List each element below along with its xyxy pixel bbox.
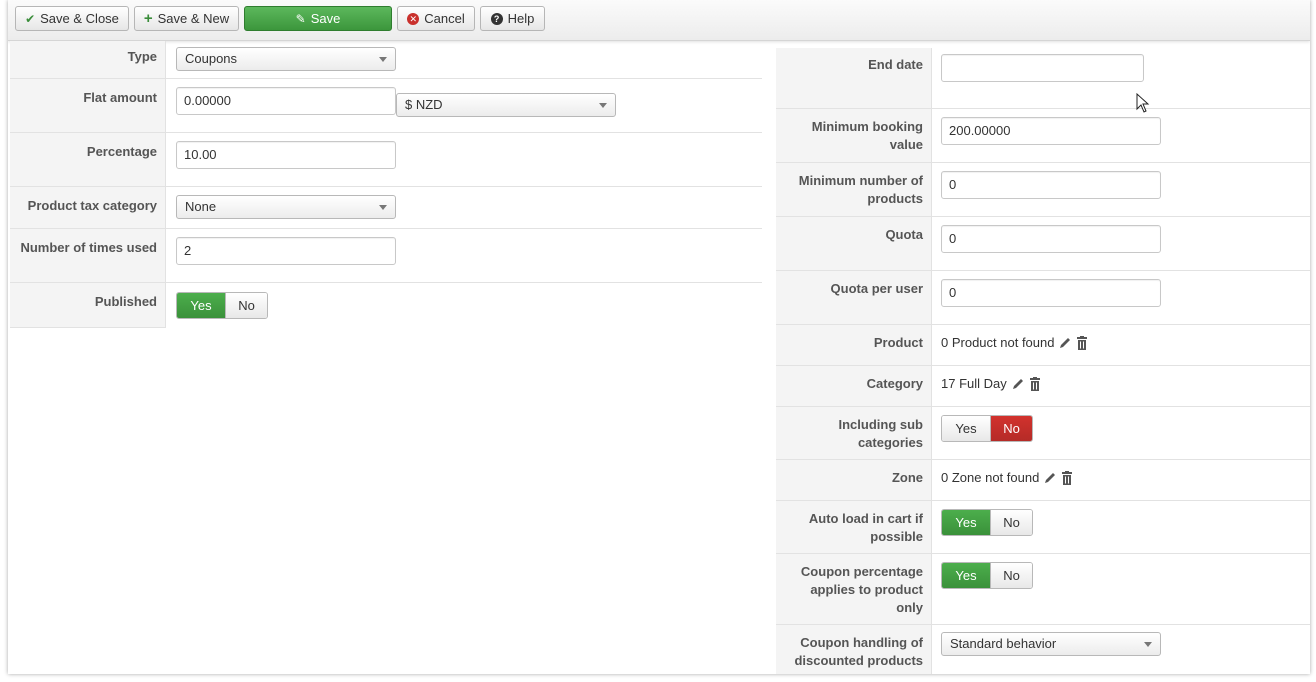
pencil-icon[interactable]	[1011, 377, 1025, 391]
check-icon: ✔	[25, 11, 36, 26]
quota-label: Quota	[776, 217, 932, 270]
coupon-handling-label: Coupon handling of discounted products	[776, 625, 932, 674]
help-icon: ?	[490, 12, 503, 25]
auto-load-toggle: Yes No	[941, 509, 1033, 536]
help-label: Help	[507, 11, 535, 26]
zone-value: 0 Zone not found	[941, 470, 1040, 485]
coupon-handling-select-value: Standard behavior	[950, 636, 1057, 651]
min-booking-row: Minimum booking value 200.00000	[776, 109, 1310, 163]
category-label: Category	[776, 366, 932, 406]
type-label: Type	[10, 41, 166, 78]
trash-icon[interactable]	[1076, 335, 1088, 350]
including-sub-yes-button[interactable]: Yes	[942, 416, 991, 441]
times-used-input[interactable]: 2	[176, 237, 396, 265]
help-button[interactable]: ? Help	[480, 6, 545, 31]
min-booking-input[interactable]: 200.00000	[941, 117, 1161, 145]
coupon-handling-row: Coupon handling of discounted products S…	[776, 625, 1310, 674]
save-close-button[interactable]: ✔ Save & Close	[15, 6, 129, 31]
mouse-cursor-icon	[1136, 93, 1150, 113]
coupon-percentage-yes-button[interactable]: Yes	[942, 563, 991, 588]
toolbar: ✔ Save & Close + Save & New ✎ Save ✕ Can…	[8, 0, 1310, 41]
end-date-row: End date	[776, 48, 1310, 109]
min-products-input[interactable]: 0	[941, 171, 1161, 199]
product-tax-select-value: None	[185, 199, 217, 214]
quota-per-user-label: Quota per user	[776, 271, 932, 324]
cancel-icon: ✕	[407, 12, 420, 25]
chevron-down-icon	[599, 103, 607, 108]
quota-row: Quota 0	[776, 217, 1310, 271]
category-row: Category 17 Full Day	[776, 366, 1310, 407]
quota-input[interactable]: 0	[941, 225, 1161, 253]
cancel-button[interactable]: ✕ Cancel	[397, 6, 475, 31]
flat-amount-label: Flat amount	[10, 79, 166, 132]
cancel-label: Cancel	[424, 11, 465, 26]
published-row: Published Yes No	[10, 283, 762, 328]
auto-load-label: Auto load in cart if possible	[776, 501, 932, 553]
edit-icon: ✎	[295, 11, 306, 26]
product-row: Product 0 Product not found	[776, 325, 1310, 366]
min-products-label: Minimum number of products	[776, 163, 932, 216]
edit-coupon-panel: ✔ Save & Close + Save & New ✎ Save ✕ Can…	[8, 0, 1310, 674]
save-button[interactable]: ✎ Save	[244, 6, 392, 31]
percentage-label: Percentage	[10, 133, 166, 186]
published-label: Published	[10, 283, 166, 328]
currency-select-value: $ NZD	[405, 97, 443, 112]
type-select[interactable]: Coupons	[176, 47, 396, 71]
coupon-percentage-row: Coupon percentage applies to product onl…	[776, 554, 1310, 625]
product-label: Product	[776, 325, 932, 365]
product-value: 0 Product not found	[941, 335, 1055, 350]
currency-select[interactable]: $ NZD	[396, 93, 616, 117]
pencil-icon[interactable]	[1058, 336, 1072, 350]
left-form: Type Coupons Flat amount 0.00000 $ NZD P…	[10, 41, 762, 328]
product-tax-row: Product tax category None	[10, 187, 762, 229]
pencil-icon[interactable]	[1043, 471, 1057, 485]
published-no-button[interactable]: No	[226, 293, 267, 318]
times-used-label: Number of times used	[10, 229, 166, 282]
save-label: Save	[310, 11, 341, 26]
times-used-row: Number of times used 2	[10, 229, 762, 283]
flat-amount-row: Flat amount 0.00000 $ NZD	[10, 79, 762, 133]
percentage-row: Percentage 10.00	[10, 133, 762, 187]
min-booking-label: Minimum booking value	[776, 109, 932, 162]
including-sub-row: Including sub categories Yes No	[776, 407, 1310, 460]
type-row: Type Coupons	[10, 41, 762, 79]
type-select-value: Coupons	[185, 51, 238, 66]
save-close-label: Save & Close	[40, 11, 119, 26]
save-new-label: Save & New	[157, 11, 230, 26]
chevron-down-icon	[1144, 642, 1152, 647]
right-form: End date Minimum booking value 200.00000…	[776, 48, 1310, 674]
auto-load-no-button[interactable]: No	[991, 510, 1032, 535]
coupon-handling-select[interactable]: Standard behavior	[941, 632, 1161, 656]
coupon-percentage-label: Coupon percentage applies to product onl…	[776, 554, 932, 624]
chevron-down-icon	[379, 205, 387, 210]
quota-per-user-row: Quota per user 0	[776, 271, 1310, 325]
including-sub-no-button[interactable]: No	[991, 416, 1032, 441]
product-tax-label: Product tax category	[10, 187, 166, 228]
trash-icon[interactable]	[1029, 376, 1041, 391]
published-toggle: Yes No	[176, 292, 268, 319]
coupon-percentage-no-button[interactable]: No	[991, 563, 1032, 588]
zone-row: Zone 0 Zone not found	[776, 460, 1310, 501]
auto-load-row: Auto load in cart if possible Yes No	[776, 501, 1310, 554]
zone-label: Zone	[776, 460, 932, 500]
trash-icon[interactable]	[1061, 470, 1073, 485]
including-sub-toggle: Yes No	[941, 415, 1033, 442]
end-date-input[interactable]	[941, 54, 1144, 82]
plus-icon: +	[143, 10, 153, 27]
quota-per-user-input[interactable]: 0	[941, 279, 1161, 307]
end-date-label: End date	[776, 48, 932, 108]
min-products-row: Minimum number of products 0	[776, 163, 1310, 217]
category-value: 17 Full Day	[941, 376, 1007, 391]
product-tax-select[interactable]: None	[176, 195, 396, 219]
percentage-input[interactable]: 10.00	[176, 141, 396, 169]
save-new-button[interactable]: + Save & New	[134, 6, 239, 31]
auto-load-yes-button[interactable]: Yes	[942, 510, 991, 535]
including-sub-label: Including sub categories	[776, 407, 932, 459]
chevron-down-icon	[379, 57, 387, 62]
published-yes-button[interactable]: Yes	[177, 293, 226, 318]
flat-amount-input[interactable]: 0.00000	[176, 87, 396, 115]
coupon-percentage-toggle: Yes No	[941, 562, 1033, 589]
